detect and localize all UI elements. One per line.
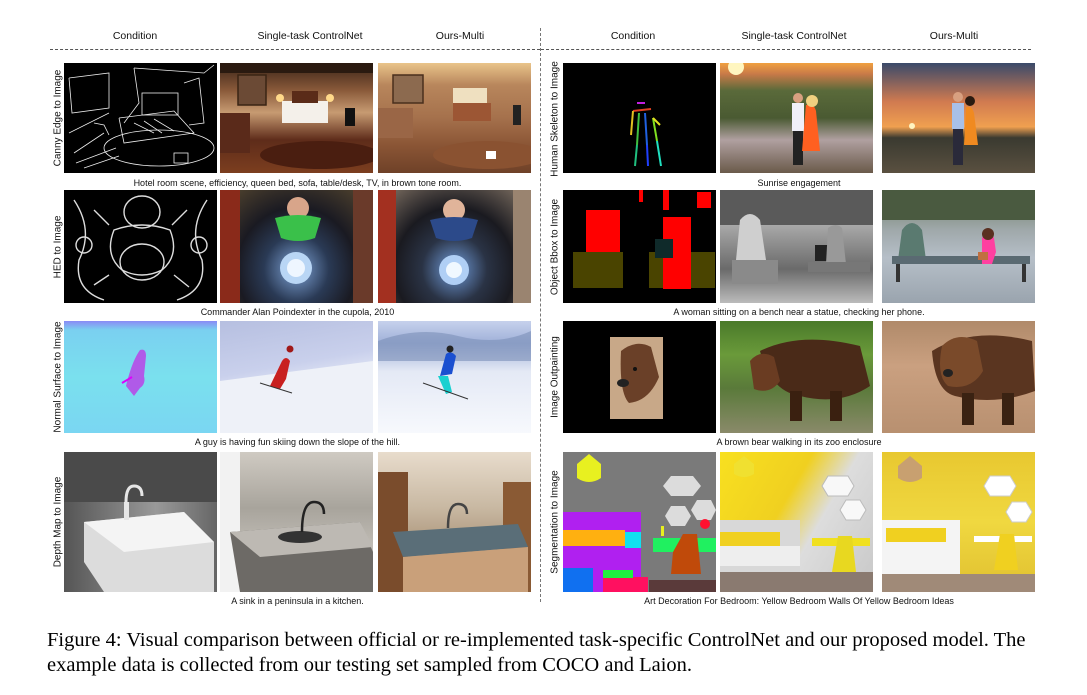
caption-skeleton: Sunrise engagement [757,178,841,188]
caption-hed: Commander Alan Poindexter in the cupola,… [200,307,395,317]
image-bbox-single-task [720,190,873,303]
image-skeleton-single-task [720,63,873,173]
image-canny-single-task [220,63,373,173]
comparison-figure: Condition Single-task ControlNet Ours-Mu… [0,0,1087,620]
image-hed-single-task [220,190,373,303]
image-depth-condition [64,452,217,592]
caption-bbox: A woman sitting on a bench near a statue… [673,307,925,317]
image-depth-ours-multi [378,452,531,592]
image-bbox-ours-multi [882,190,1035,303]
image-normal-single-task [220,321,373,433]
image-skeleton-ours-multi [882,63,1035,173]
row-label-outpainting: Image Outpainting [549,335,561,418]
image-normal-ours-multi [378,321,531,433]
col-header-right-single-task: Single-task ControlNet [741,30,847,42]
image-segmentation-condition [563,452,716,592]
image-depth-single-task [220,452,373,592]
image-outpainting-single-task [720,321,873,433]
image-hed-condition [64,190,217,303]
image-outpainting-ours-multi [882,321,1035,433]
image-segmentation-ours-multi [882,452,1035,592]
image-skeleton-condition [563,63,716,173]
header-divider-right [541,49,1031,50]
image-outpainting-condition [563,321,716,433]
col-header-left-single-task: Single-task ControlNet [257,30,363,42]
image-hed-ours-multi [378,190,531,303]
image-bbox-condition [563,190,716,303]
row-label-segmentation: Segmentation to Image [549,470,561,574]
image-segmentation-single-task [720,452,873,592]
row-label-bbox: Object Bbox to Image [549,198,561,295]
caption-canny: Hotel room scene, efficiency, queen bed,… [133,178,462,188]
panel-divider [540,28,541,602]
image-canny-condition [64,63,217,173]
image-normal-condition [64,321,217,433]
row-label-skeleton: Human Skeleton to Image [549,61,561,177]
caption-normal: A guy is having fun skiing down the slop… [194,437,401,447]
col-header-right-condition: Condition [610,30,656,42]
image-canny-ours-multi [378,63,531,173]
col-header-right-ours-multi: Ours-Multi [929,30,979,42]
figure-caption: Figure 4: Visual comparison between offi… [47,629,1026,676]
caption-depth: A sink in a peninsula in a kitchen. [231,596,364,606]
caption-outpainting: A brown bear walking in its zoo enclosur… [716,437,882,447]
header-divider-left [50,49,540,50]
caption-segmentation: Art Decoration For Bedroom: Yellow Bedro… [644,596,954,606]
col-header-left-condition: Condition [112,30,158,42]
col-header-left-ours-multi: Ours-Multi [435,30,485,42]
